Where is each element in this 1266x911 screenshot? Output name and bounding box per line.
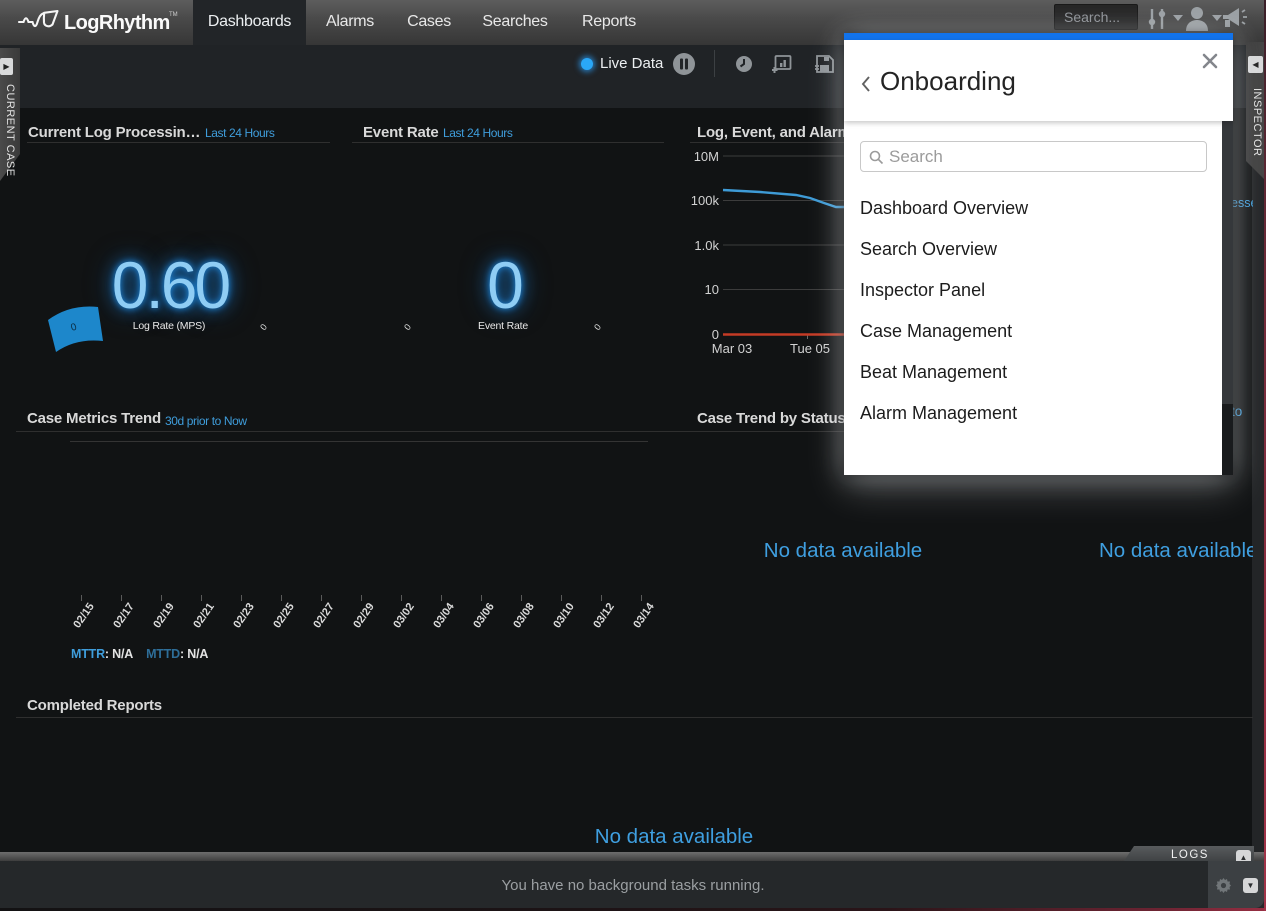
svg-text:100k: 100k	[691, 193, 720, 208]
svg-text:10: 10	[705, 282, 719, 297]
svg-text:Mar 03: Mar 03	[712, 341, 752, 356]
svg-text:Tue 05: Tue 05	[790, 341, 830, 356]
svg-text:1.0k: 1.0k	[694, 238, 719, 253]
svg-text:0: 0	[712, 327, 719, 342]
svg-text:10M: 10M	[694, 149, 719, 164]
